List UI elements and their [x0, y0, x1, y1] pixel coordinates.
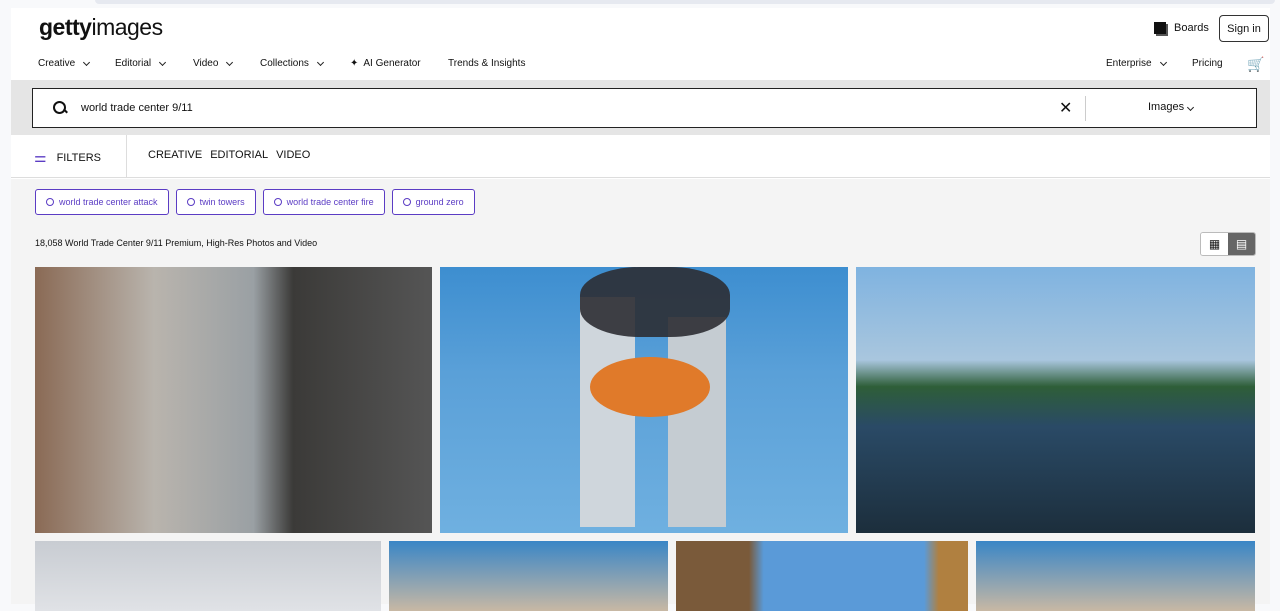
sparkle-icon: ✦ [350, 58, 359, 69]
filters-button[interactable]: ⚌ FILTERS [34, 149, 101, 166]
boards-label: Boards [1174, 22, 1209, 34]
mosaic-view-icon[interactable]: ▤ [1228, 233, 1255, 255]
chip-label: twin towers [199, 197, 245, 207]
nav-trends[interactable]: Trends & Insights [448, 58, 525, 69]
related-search-chip[interactable]: world trade center fire [262, 189, 385, 215]
cart-icon[interactable]: 🛒 [1247, 56, 1264, 73]
chevron-down-icon [1159, 58, 1167, 66]
media-type-dropdown[interactable]: Images [1148, 101, 1195, 113]
search-icon [186, 198, 195, 206]
nav-label: Collections [260, 58, 309, 69]
result-image[interactable] [676, 541, 968, 611]
nav-enterprise[interactable]: Enterprise [1106, 58, 1167, 69]
chevron-down-icon [159, 58, 167, 66]
getty-logo[interactable]: gettyimages [39, 14, 163, 41]
nav-label: Pricing [1192, 58, 1223, 69]
divider [1085, 96, 1086, 121]
nav-label: Editorial [115, 58, 152, 69]
nav-collections[interactable]: Collections [260, 58, 324, 69]
tower [668, 317, 726, 527]
related-search-chip[interactable]: ground zero [391, 189, 475, 215]
nav-label: Enterprise [1106, 58, 1152, 69]
nav-ai-generator[interactable]: ✦ AI Generator [350, 58, 421, 69]
result-image[interactable] [976, 541, 1255, 611]
nav-label: Video [193, 58, 219, 69]
browser-top-strip [95, 0, 1275, 4]
search-input[interactable] [81, 102, 1031, 114]
sign-in-button[interactable]: Sign in [1219, 15, 1269, 42]
result-image[interactable] [856, 267, 1255, 533]
result-image[interactable] [35, 267, 432, 533]
page: gettyimages Boards Sign in Creative Edit… [11, 8, 1270, 611]
results-area: world trade center attack twin towers wo… [11, 179, 1270, 611]
clear-icon[interactable]: ✕ [1059, 98, 1072, 118]
chevron-down-icon [1187, 103, 1195, 112]
search-icon [402, 198, 411, 206]
nav-editorial[interactable]: Editorial [115, 58, 167, 69]
nav-creative[interactable]: Creative [38, 58, 91, 69]
result-image[interactable] [35, 541, 381, 611]
view-toggle: ▦ ▤ [1200, 232, 1256, 256]
nav-pricing[interactable]: Pricing [1192, 58, 1223, 69]
nav-video[interactable]: Video [193, 58, 234, 69]
chip-label: world trade center attack [59, 197, 158, 207]
chip-label: ground zero [415, 197, 464, 207]
chevron-down-icon [83, 58, 91, 66]
nav-label: Trends & Insights [448, 58, 526, 69]
chevron-down-icon [316, 58, 324, 66]
nav-label: Creative [38, 58, 76, 69]
search-icon [46, 198, 54, 206]
sliders-icon: ⚌ [34, 149, 47, 165]
logo-bold: getty [39, 14, 92, 40]
related-search-chip[interactable]: twin towers [175, 189, 256, 215]
logo-rest: images [91, 14, 163, 40]
related-search-chip[interactable]: world trade center attack [35, 189, 169, 215]
result-image[interactable] [389, 541, 668, 611]
search-band: ✕ Images [11, 80, 1270, 135]
search-icon[interactable] [53, 101, 67, 115]
search-bar: ✕ Images [32, 88, 1257, 128]
chevron-down-icon [226, 58, 234, 66]
smoke [580, 267, 730, 337]
fireball [590, 357, 710, 417]
tab-editorial[interactable]: EDITORIAL [210, 149, 268, 161]
tab-video[interactable]: VIDEO [276, 149, 310, 161]
nav-label: AI Generator [363, 58, 421, 69]
boards-button[interactable]: Boards [1154, 22, 1209, 34]
tab-creative[interactable]: CREATIVE [148, 149, 202, 161]
result-image[interactable] [440, 267, 848, 533]
search-icon [273, 198, 282, 206]
grid-view-icon[interactable]: ▦ [1201, 233, 1228, 255]
filter-bar: ⚌ FILTERS CREATIVE EDITORIAL VIDEO [11, 135, 1270, 178]
results-count: 18,058 World Trade Center 9/11 Premium, … [35, 238, 318, 248]
media-type-label: Images [1148, 101, 1185, 113]
boards-icon [1154, 22, 1166, 34]
chip-label: world trade center fire [286, 197, 374, 207]
divider [126, 135, 127, 178]
filters-label: FILTERS [56, 151, 101, 164]
